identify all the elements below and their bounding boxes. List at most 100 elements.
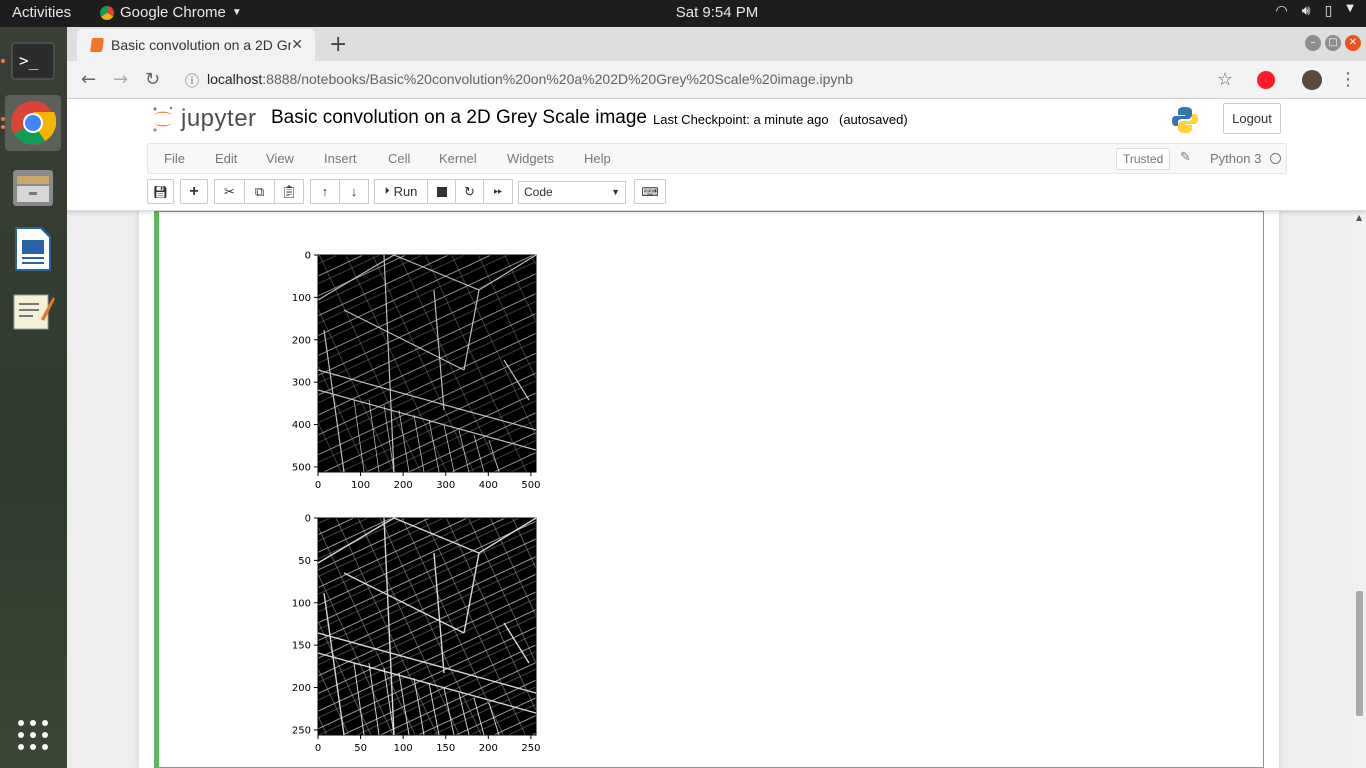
maximize-window-button[interactable]: □: [1325, 35, 1341, 51]
close-window-button[interactable]: ✕: [1345, 35, 1361, 51]
cell-type-value: Code: [524, 185, 553, 199]
url-path: :8888/notebooks/Basic%20convolution%20on…: [262, 71, 853, 87]
info-icon[interactable]: ⓘ: [185, 71, 199, 91]
restart-run-all-button[interactable]: ⏩︎: [483, 179, 513, 204]
show-applications-button[interactable]: [5, 707, 61, 763]
copy-icon: ⧉: [254, 183, 265, 199]
jupyter-favicon-icon: [90, 38, 104, 52]
notebook-name[interactable]: Basic convolution on a 2D Grey Scale ima…: [271, 107, 647, 129]
reload-icon[interactable]: ↻: [145, 69, 160, 90]
x-tick-label: 500: [521, 480, 540, 491]
new-tab-button[interactable]: +: [329, 32, 347, 57]
writer-launcher[interactable]: [5, 221, 61, 277]
y-tick-label: 200: [292, 335, 311, 346]
move-down-button[interactable]: ↓: [339, 179, 369, 204]
kernel-name: Python 3: [1210, 151, 1262, 166]
selected-code-cell[interactable]: 0 100 200 300 400 500 0 100 200 300 400 500: [154, 211, 1264, 768]
paste-button[interactable]: 📋︎: [274, 179, 304, 204]
scroll-up-arrow-icon[interactable]: ▲: [1356, 213, 1362, 222]
jupyter-header: jupyter Basic convolution on a 2D Grey S…: [67, 99, 1366, 211]
forward-arrow-icon[interactable]: →: [113, 69, 128, 90]
app-grid-icon: [18, 720, 48, 750]
bookmark-star-icon[interactable]: ☆: [1217, 69, 1233, 90]
copy-button[interactable]: ⧉: [244, 179, 275, 204]
minimize-window-button[interactable]: –: [1305, 35, 1321, 51]
move-up-button[interactable]: ↑: [310, 179, 340, 204]
menu-help[interactable]: Help: [584, 151, 611, 166]
logout-button[interactable]: Logout: [1223, 103, 1281, 134]
clock[interactable]: Sat 9:54 PM: [0, 4, 1366, 21]
x-axis: 0 50 100 150 200 250: [315, 735, 540, 754]
menu-cell[interactable]: Cell: [388, 151, 410, 166]
jupyter-logo-text: jupyter: [181, 105, 257, 132]
arrow-down-icon: ↓: [350, 184, 358, 199]
cell-type-select[interactable]: Code ▼: [518, 181, 626, 204]
x-tick-label: 300: [436, 480, 455, 491]
text-editor-launcher[interactable]: [5, 283, 61, 339]
running-indicator: [1, 59, 5, 63]
terminal-launcher[interactable]: >_: [1, 33, 61, 89]
x-tick-label: 150: [436, 743, 455, 754]
y-tick-label: 250: [292, 725, 311, 736]
back-arrow-icon[interactable]: ←: [81, 69, 96, 90]
opera-extension-icon[interactable]: [1257, 71, 1275, 89]
tab-title: Basic convolution on a 2D Grey Scale ima…: [111, 37, 291, 53]
cut-button[interactable]: ✂: [214, 179, 245, 204]
x-tick-label: 250: [521, 743, 540, 754]
y-tick-label: 0: [305, 514, 311, 525]
keyboard-icon: ⌨: [641, 184, 659, 199]
volume-icon: 🔊︎: [1301, 3, 1311, 19]
interrupt-button[interactable]: [427, 179, 456, 204]
command-palette-button[interactable]: ⌨: [634, 179, 666, 204]
close-tab-icon[interactable]: ✕: [291, 36, 303, 53]
save-button[interactable]: 💾︎: [147, 179, 174, 204]
image-area: [317, 254, 537, 473]
menu-edit[interactable]: Edit: [215, 151, 237, 166]
files-launcher[interactable]: [5, 159, 61, 215]
running-indicator: [1, 125, 5, 129]
chrome-launcher[interactable]: [1, 95, 61, 151]
menu-insert[interactable]: Insert: [324, 151, 357, 166]
menu-view[interactable]: View: [266, 151, 294, 166]
chrome-icon: [11, 101, 56, 145]
y-tick-label: 50: [298, 556, 311, 567]
autosave-status: (autosaved): [839, 112, 908, 127]
y-tick-label: 400: [292, 420, 311, 431]
run-button[interactable]: ⏵ Run: [374, 179, 428, 204]
restart-button[interactable]: ↻: [455, 179, 484, 204]
plot-2: 0 50 100 150 200 250 0 50 100 150 200 250: [292, 514, 541, 755]
insert-cell-button[interactable]: +: [180, 179, 208, 204]
y-tick-label: 100: [292, 598, 311, 609]
jupyter-logo-icon: [153, 106, 173, 132]
restart-icon: ↻: [464, 183, 475, 199]
menu-file[interactable]: File: [164, 151, 185, 166]
browser-tab[interactable]: Basic convolution on a 2D Grey Scale ima…: [77, 29, 315, 61]
python-logo-icon: [1172, 107, 1198, 133]
edit-mode-pencil-icon: ✎: [1180, 150, 1191, 165]
jupyter-logo[interactable]: jupyter: [151, 105, 257, 133]
y-tick-label: 150: [292, 641, 311, 652]
x-axis: 0 100 200 300 400 500: [315, 472, 540, 491]
menu-kernel[interactable]: Kernel: [439, 151, 477, 166]
scissors-icon: ✂: [224, 183, 235, 199]
text-editor-icon: [13, 294, 55, 330]
run-label: Run: [393, 184, 418, 199]
page-scrollbar[interactable]: ▲: [1353, 211, 1366, 768]
scrollbar-thumb[interactable]: [1356, 591, 1363, 716]
address-bar[interactable]: localhost:8888/notebooks/Basic%20convolu…: [207, 71, 853, 87]
menu-widgets[interactable]: Widgets: [507, 151, 554, 166]
step-forward-icon: ⏵: [384, 186, 390, 197]
fast-forward-icon: ⏩︎: [493, 185, 503, 197]
image-area: [317, 517, 537, 736]
chevron-down-icon: ▼: [1346, 3, 1354, 14]
system-tray[interactable]: ◠ 🔊︎ ▯ ▼: [1276, 3, 1354, 19]
x-tick-label: 0: [315, 480, 321, 491]
y-axis: 0 100 200 300 400 500: [292, 251, 318, 473]
profile-avatar[interactable]: [1302, 70, 1322, 90]
x-tick-label: 200: [479, 743, 498, 754]
browser-toolbar: ← → ↻ ⓘ localhost:8888/notebooks/Basic%2…: [67, 61, 1366, 99]
save-icon: 💾︎: [152, 184, 169, 199]
kebab-menu-icon[interactable]: ⋮: [1339, 69, 1357, 90]
y-tick-label: 300: [292, 378, 311, 389]
trusted-indicator[interactable]: Trusted: [1116, 148, 1171, 170]
